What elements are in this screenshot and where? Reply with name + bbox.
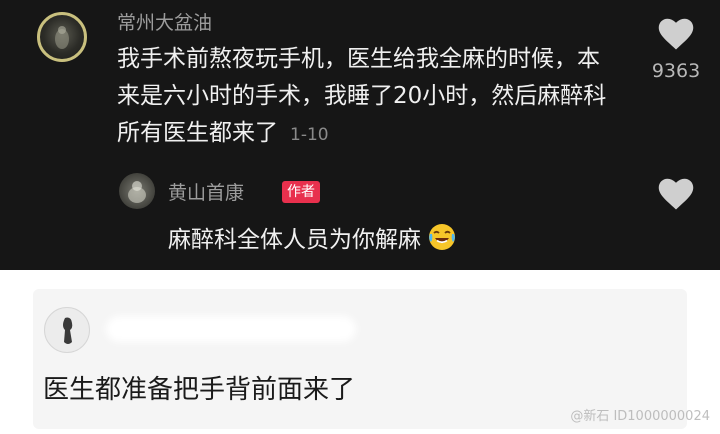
laughing-crying-emoji-icon <box>429 224 455 250</box>
author-username[interactable]: 黄山首康 <box>168 178 244 205</box>
reply-text: 麻醉科全体人员为你解麻 <box>168 227 421 253</box>
blurred-username <box>106 316 356 342</box>
comment-text: 我手术前熬夜玩手机，医生给我全麻的时候，本来是六小时的手术，我睡了20小时，然后… <box>117 46 607 146</box>
watermark: @新石 ID1000000024 <box>570 409 710 424</box>
reply-text-block: 麻醉科全体人员为你解麻 <box>168 222 457 255</box>
author-avatar[interactable] <box>119 173 155 209</box>
comment-panel: 常州大盆油 我手术前熬夜玩手机，医生给我全麻的时候，本来是六小时的手术，我睡了2… <box>0 0 720 270</box>
comment-text-block: 我手术前熬夜玩手机，医生给我全麻的时候，本来是六小时的手术，我睡了20小时，然后… <box>117 41 617 154</box>
like-heart-icon[interactable] <box>658 18 694 51</box>
author-badge: 作者 <box>282 181 320 203</box>
commenter-avatar[interactable] <box>37 12 87 62</box>
comment-date: 1-10 <box>290 125 329 145</box>
commenter-username[interactable]: 常州大盆油 <box>117 8 212 35</box>
quote-avatar[interactable] <box>44 307 90 353</box>
quote-text: 医生都准备把手背前面来了 <box>43 375 356 405</box>
like-count: 9363 <box>651 60 701 82</box>
reply-like-heart-icon[interactable] <box>658 178 694 211</box>
